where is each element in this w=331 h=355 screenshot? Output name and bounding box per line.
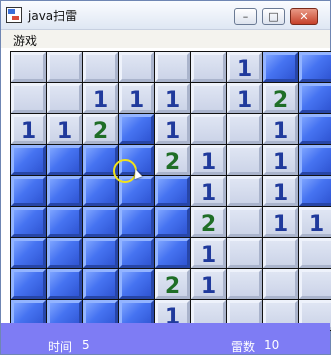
covered-cell[interactable]	[299, 83, 331, 113]
covered-cell[interactable]	[47, 145, 82, 175]
opened-cell[interactable]	[227, 114, 262, 144]
number-cell[interactable]: 1	[191, 145, 226, 175]
menu-game[interactable]: 游戏	[13, 32, 37, 49]
covered-cell[interactable]	[83, 269, 118, 299]
board-area: 11111211211211112111211	[1, 48, 331, 331]
number-cell[interactable]: 1	[155, 114, 190, 144]
covered-cell[interactable]	[299, 52, 331, 82]
window-title: java扫雷	[28, 9, 78, 23]
covered-cell[interactable]	[119, 176, 154, 206]
opened-cell[interactable]	[11, 52, 46, 82]
covered-cell[interactable]	[299, 145, 331, 175]
opened-cell[interactable]	[227, 269, 262, 299]
opened-cell[interactable]	[299, 269, 331, 299]
number-cell[interactable]: 1	[263, 145, 298, 175]
opened-cell[interactable]	[47, 52, 82, 82]
number-cell[interactable]: 1	[263, 207, 298, 237]
number-cell[interactable]: 2	[263, 83, 298, 113]
covered-cell[interactable]	[11, 176, 46, 206]
covered-cell[interactable]	[119, 238, 154, 268]
covered-cell[interactable]	[47, 238, 82, 268]
opened-cell[interactable]	[83, 52, 118, 82]
covered-cell[interactable]	[11, 269, 46, 299]
opened-cell[interactable]	[155, 52, 190, 82]
covered-cell[interactable]	[11, 238, 46, 268]
covered-cell[interactable]	[155, 207, 190, 237]
number-cell[interactable]: 2	[191, 207, 226, 237]
covered-cell[interactable]	[83, 176, 118, 206]
opened-cell[interactable]	[191, 83, 226, 113]
maximize-button[interactable]: □	[262, 8, 285, 25]
opened-cell[interactable]	[227, 145, 262, 175]
covered-cell[interactable]	[47, 176, 82, 206]
opened-cell[interactable]	[227, 238, 262, 268]
covered-cell[interactable]	[119, 269, 154, 299]
number-cell[interactable]: 2	[83, 114, 118, 144]
number-cell[interactable]: 1	[191, 176, 226, 206]
opened-cell[interactable]	[191, 114, 226, 144]
covered-cell[interactable]	[47, 269, 82, 299]
covered-cell[interactable]	[119, 114, 154, 144]
covered-cell[interactable]	[11, 207, 46, 237]
number-cell[interactable]: 1	[47, 114, 82, 144]
status-bar: 时间 5 雷数 10	[1, 323, 330, 354]
number-cell[interactable]: 1	[227, 52, 262, 82]
mine-count-label: 雷数	[231, 340, 256, 354]
number-cell[interactable]: 1	[191, 238, 226, 268]
covered-cell[interactable]	[83, 145, 118, 175]
time-value: 5	[82, 338, 90, 352]
title-bar[interactable]: java扫雷 – □ ✕	[1, 1, 330, 30]
number-cell[interactable]: 1	[83, 83, 118, 113]
covered-cell[interactable]	[119, 207, 154, 237]
covered-cell[interactable]	[155, 238, 190, 268]
covered-cell[interactable]	[83, 238, 118, 268]
opened-cell[interactable]	[47, 83, 82, 113]
opened-cell[interactable]	[191, 52, 226, 82]
opened-cell[interactable]	[11, 83, 46, 113]
covered-cell[interactable]	[83, 207, 118, 237]
minesweeper-window: java扫雷 – □ ✕ 游戏 11111211211211112111211 …	[0, 0, 331, 355]
time-label: 时间	[48, 340, 73, 354]
covered-cell[interactable]	[299, 114, 331, 144]
minimize-button[interactable]: –	[234, 8, 257, 25]
number-cell[interactable]: 2	[155, 269, 190, 299]
number-cell[interactable]: 1	[263, 176, 298, 206]
covered-cell[interactable]	[11, 145, 46, 175]
minefield-grid: 11111211211211112111211	[10, 51, 331, 331]
opened-cell[interactable]	[299, 238, 331, 268]
opened-cell[interactable]	[119, 52, 154, 82]
number-cell[interactable]: 2	[155, 145, 190, 175]
number-cell[interactable]: 1	[155, 83, 190, 113]
mine-count-value: 10	[264, 338, 280, 352]
close-button[interactable]: ✕	[290, 8, 318, 25]
opened-cell[interactable]	[227, 207, 262, 237]
covered-cell[interactable]	[155, 176, 190, 206]
number-cell[interactable]: 1	[263, 114, 298, 144]
covered-cell[interactable]	[299, 176, 331, 206]
number-cell[interactable]: 1	[119, 83, 154, 113]
opened-cell[interactable]	[263, 269, 298, 299]
covered-cell[interactable]	[263, 52, 298, 82]
app-icon	[6, 7, 22, 23]
number-cell[interactable]: 1	[299, 207, 331, 237]
menu-bar: 游戏	[1, 30, 330, 48]
number-cell[interactable]: 1	[191, 269, 226, 299]
number-cell[interactable]: 1	[11, 114, 46, 144]
number-cell[interactable]: 1	[227, 83, 262, 113]
covered-cell[interactable]	[47, 207, 82, 237]
covered-cell[interactable]	[119, 145, 154, 175]
opened-cell[interactable]	[263, 238, 298, 268]
opened-cell[interactable]	[227, 176, 262, 206]
